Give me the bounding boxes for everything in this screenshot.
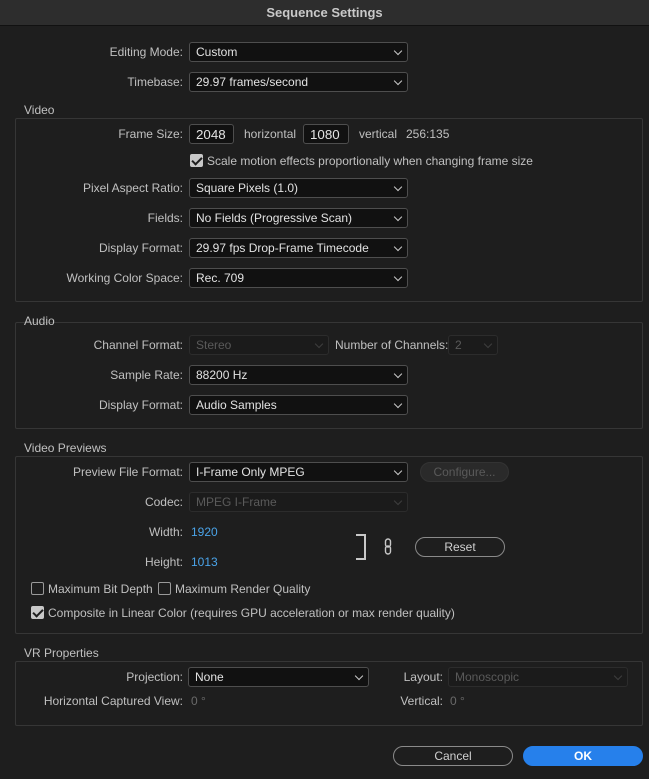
reset-button[interactable]: Reset xyxy=(415,537,505,557)
chevron-down-icon xyxy=(393,212,403,222)
frame-height-input[interactable] xyxy=(303,124,349,144)
audio-display-format-value: Audio Samples xyxy=(196,398,277,412)
timebase-value: 29.97 frames/second xyxy=(196,75,309,89)
num-channels-dropdown[interactable]: 2 xyxy=(448,335,498,355)
editing-mode-dropdown[interactable]: Custom xyxy=(189,42,408,62)
video-display-format-label: Display Format: xyxy=(98,241,183,255)
composite-linear-checkbox[interactable] xyxy=(31,606,44,619)
ok-button[interactable]: OK xyxy=(523,746,643,766)
preview-width-label: Width: xyxy=(148,525,183,539)
audio-display-format-dropdown[interactable]: Audio Samples xyxy=(189,395,408,415)
chevron-down-icon xyxy=(613,671,623,681)
max-render-quality-checkbox[interactable] xyxy=(158,582,171,595)
dialog-title: Sequence Settings xyxy=(0,0,649,26)
horizontal-captured-view-value: 0 ° xyxy=(191,694,206,708)
preview-width-value[interactable]: 1920 xyxy=(191,525,218,539)
editing-mode-label: Editing Mode: xyxy=(109,45,183,59)
max-bit-depth-checkbox[interactable] xyxy=(31,582,44,595)
audio-group-title: Audio xyxy=(24,314,55,328)
preview-height-label: Height: xyxy=(144,555,183,569)
color-space-label: Working Color Space: xyxy=(66,271,184,285)
fields-label: Fields: xyxy=(147,211,183,225)
video-group-title: Video xyxy=(24,103,55,117)
vertical-label: vertical xyxy=(359,127,398,141)
preview-file-format-label: Preview File Format: xyxy=(72,465,183,479)
cancel-button[interactable]: Cancel xyxy=(393,746,513,766)
chevron-down-icon xyxy=(393,369,403,379)
max-render-quality-label: Maximum Render Quality xyxy=(175,582,311,596)
num-channels-value: 2 xyxy=(455,338,462,352)
channel-format-label: Channel Format: xyxy=(93,338,183,352)
video-display-format-value: 29.97 fps Drop-Frame Timecode xyxy=(196,241,369,255)
frame-width-input[interactable] xyxy=(189,124,234,144)
chevron-down-icon xyxy=(393,182,403,192)
sample-rate-value: 88200 Hz xyxy=(196,368,248,382)
channel-format-dropdown[interactable]: Stereo xyxy=(189,335,329,355)
preview-height-value[interactable]: 1013 xyxy=(191,555,218,569)
color-space-value: Rec. 709 xyxy=(196,271,245,285)
layout-value: Monoscopic xyxy=(455,670,520,684)
frame-aspect-value: 256:135 xyxy=(406,127,450,141)
vr-properties-group-title: VR Properties xyxy=(24,646,99,660)
chevron-down-icon xyxy=(393,466,403,476)
codec-dropdown[interactable]: MPEG I-Frame xyxy=(189,492,408,512)
video-previews-group-title: Video Previews xyxy=(24,441,107,455)
video-display-format-dropdown[interactable]: 29.97 fps Drop-Frame Timecode xyxy=(189,238,408,258)
channel-format-value: Stereo xyxy=(196,338,232,352)
preview-file-format-value: I-Frame Only MPEG xyxy=(196,465,305,479)
fields-value: No Fields (Progressive Scan) xyxy=(196,211,353,225)
pixel-aspect-value: Square Pixels (1.0) xyxy=(196,181,299,195)
chevron-down-icon xyxy=(393,399,403,409)
timebase-dropdown[interactable]: 29.97 frames/second xyxy=(189,72,408,92)
editing-mode-value: Custom xyxy=(196,45,238,59)
preview-file-format-dropdown[interactable]: I-Frame Only MPEG xyxy=(189,462,408,482)
vr-vertical-label: Vertical: xyxy=(400,694,443,708)
chevron-down-icon xyxy=(393,242,403,252)
configure-button[interactable]: Configure... xyxy=(420,462,509,482)
timebase-label: Timebase: xyxy=(127,75,183,89)
vr-vertical-value: 0 ° xyxy=(450,694,465,708)
chevron-down-icon xyxy=(354,671,364,681)
constrain-bracket xyxy=(356,534,366,560)
projection-value: None xyxy=(195,670,224,684)
max-bit-depth-label: Maximum Bit Depth xyxy=(48,582,153,596)
chain-link-icon[interactable] xyxy=(383,538,393,555)
pixel-aspect-label: Pixel Aspect Ratio: xyxy=(82,181,183,195)
chevron-down-icon xyxy=(393,272,403,282)
layout-dropdown[interactable]: Monoscopic xyxy=(448,667,628,687)
scale-motion-label: Scale motion effects proportionally when… xyxy=(207,154,533,168)
chevron-down-icon xyxy=(393,76,403,86)
horizontal-captured-view-label: Horizontal Captured View: xyxy=(43,694,183,708)
chevron-down-icon xyxy=(393,496,403,506)
chevron-down-icon xyxy=(483,339,493,349)
pixel-aspect-dropdown[interactable]: Square Pixels (1.0) xyxy=(189,178,408,198)
chevron-down-icon xyxy=(393,46,403,56)
audio-display-format-label: Display Format: xyxy=(98,398,183,412)
codec-label: Codec: xyxy=(144,495,183,509)
sample-rate-label: Sample Rate: xyxy=(110,368,183,382)
projection-dropdown[interactable]: None xyxy=(188,667,369,687)
frame-size-label: Frame Size: xyxy=(118,127,183,141)
num-channels-label: Number of Channels: xyxy=(335,338,449,352)
composite-linear-label: Composite in Linear Color (requires GPU … xyxy=(48,606,455,620)
color-space-dropdown[interactable]: Rec. 709 xyxy=(189,268,408,288)
codec-value: MPEG I-Frame xyxy=(196,495,277,509)
fields-dropdown[interactable]: No Fields (Progressive Scan) xyxy=(189,208,408,228)
scale-motion-checkbox[interactable] xyxy=(190,154,203,167)
horizontal-label: horizontal xyxy=(244,127,297,141)
layout-label: Layout: xyxy=(403,670,443,684)
chevron-down-icon xyxy=(314,339,324,349)
projection-label: Projection: xyxy=(126,670,183,684)
sample-rate-dropdown[interactable]: 88200 Hz xyxy=(189,365,408,385)
